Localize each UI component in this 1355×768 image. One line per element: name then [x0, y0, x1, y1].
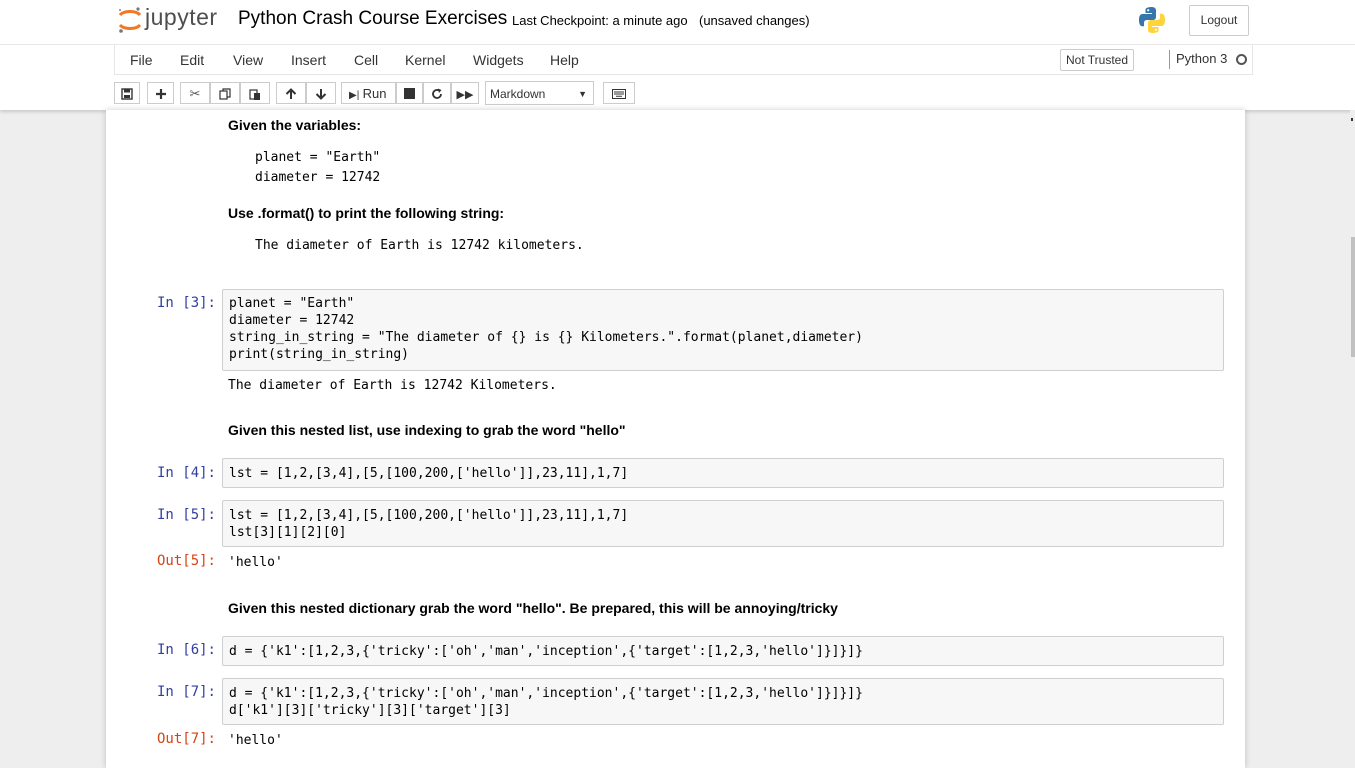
menubar-container: File Edit View Insert Cell Kernel Widget…	[114, 45, 1253, 75]
code-line: print(string_in_string)	[229, 347, 410, 362]
command-palette-button[interactable]	[603, 82, 635, 104]
copy-icon	[219, 88, 231, 100]
arrow-down-icon	[315, 89, 327, 100]
cut-button[interactable]: ✂	[180, 82, 210, 104]
code-cell-input[interactable]: d = {'k1':[1,2,3,{'tricky':['oh','man','…	[222, 678, 1224, 725]
cell-type-value: Markdown	[490, 87, 546, 101]
code-cell-input[interactable]: planet = "Earth" diameter = 12742 string…	[222, 289, 1224, 371]
menu-widgets[interactable]: Widgets	[473, 52, 524, 68]
input-prompt: In [7]:	[156, 684, 216, 700]
cell-output: 'hello'	[228, 733, 283, 748]
code-line: string_in_string = "The diameter of {} i…	[229, 330, 863, 345]
scrollbar-track[interactable]	[1350, 110, 1355, 768]
toolbar: ✂ ▶| Run ▶▶ Markdown ▼	[0, 75, 1355, 110]
paste-button[interactable]	[240, 82, 270, 104]
code-line: d = {'k1':[1,2,3,{'tricky':['oh','man','…	[229, 644, 863, 659]
run-icon: ▶|	[349, 90, 360, 101]
cut-icon: ✂	[189, 86, 201, 101]
menu-cell[interactable]: Cell	[354, 52, 378, 68]
move-down-button[interactable]	[306, 82, 336, 104]
kernel-divider	[1169, 50, 1170, 69]
restart-icon	[432, 88, 442, 99]
insert-cell-button[interactable]	[147, 82, 174, 104]
output-prompt: Out[7]:	[156, 731, 216, 747]
kernel-name[interactable]: Python 3	[1176, 51, 1227, 66]
code-line: lst = [1,2,[3,4],[5,[100,200,['hello']],…	[229, 466, 629, 481]
kernel-idle-indicator-icon	[1236, 54, 1247, 65]
header: jupyter Python Crash Course Exercises La…	[0, 0, 1355, 45]
not-trusted-button[interactable]: Not Trusted	[1060, 49, 1134, 71]
logout-button[interactable]: Logout	[1189, 5, 1249, 36]
menu-insert[interactable]: Insert	[291, 52, 326, 68]
notebook-container: Given the variables: planet = "Earth" di…	[106, 110, 1245, 768]
arrow-up-icon	[285, 88, 297, 99]
menu-file[interactable]: File	[130, 52, 153, 68]
code-line: planet = "Earth"	[229, 296, 355, 311]
markdown-heading: Given the variables:	[228, 117, 362, 133]
cell-output: 'hello'	[228, 555, 283, 570]
markdown-code-line: The diameter of Earth is 12742 kilometer…	[255, 238, 584, 253]
menu-edit[interactable]: Edit	[180, 52, 204, 68]
save-status: (unsaved changes)	[699, 13, 810, 28]
code-cell-input[interactable]: lst = [1,2,[3,4],[5,[100,200,['hello']],…	[222, 500, 1224, 547]
input-prompt: In [6]:	[156, 642, 216, 658]
interrupt-button[interactable]	[396, 82, 423, 104]
scrollbar-marker	[1351, 118, 1353, 121]
run-label: Run	[362, 86, 387, 101]
python-logo-icon	[1139, 7, 1165, 33]
markdown-code-line: planet = "Earth"	[255, 150, 381, 165]
copy-button[interactable]	[210, 82, 240, 104]
output-prompt: Out[5]:	[156, 553, 216, 569]
cell-type-select[interactable]: Markdown ▼	[485, 81, 594, 105]
chevron-down-icon: ▼	[578, 89, 587, 99]
restart-button[interactable]	[423, 82, 451, 104]
code-line: diameter = 12742	[229, 313, 355, 328]
markdown-heading: Given this nested dictionary grab the wo…	[228, 600, 838, 616]
run-button[interactable]: ▶| Run	[341, 82, 396, 104]
restart-run-all-button[interactable]: ▶▶	[451, 82, 479, 104]
fast-forward-icon: ▶▶	[456, 89, 474, 101]
menubar: File Edit View Insert Cell Kernel Widget…	[0, 45, 1355, 75]
save-button[interactable]	[114, 82, 140, 104]
input-prompt: In [4]:	[156, 465, 216, 481]
stop-icon	[404, 88, 415, 99]
code-line: lst = [1,2,[3,4],[5,[100,200,['hello']],…	[229, 508, 629, 523]
code-line: d['k1'][3]['tricky'][3]['target'][3]	[229, 703, 511, 718]
markdown-heading: Given this nested list, use indexing to …	[228, 422, 626, 438]
input-prompt: In [3]:	[156, 295, 216, 311]
code-cell-input[interactable]: d = {'k1':[1,2,3,{'tricky':['oh','man','…	[222, 636, 1224, 666]
keyboard-icon	[612, 89, 626, 99]
paste-icon	[249, 89, 260, 100]
menu-help[interactable]: Help	[550, 52, 579, 68]
jupyter-logo-text[interactable]: jupyter	[145, 4, 218, 31]
code-cell-input[interactable]: lst = [1,2,[3,4],[5,[100,200,['hello']],…	[222, 458, 1224, 488]
checkpoint-status: Last Checkpoint: a minute ago	[512, 13, 688, 28]
input-prompt: In [5]:	[156, 507, 216, 523]
notebook-title[interactable]: Python Crash Course Exercises	[238, 8, 507, 30]
markdown-code-line: diameter = 12742	[255, 170, 381, 185]
plus-icon	[155, 89, 166, 99]
menu-view[interactable]: View	[233, 52, 263, 68]
save-icon	[121, 88, 133, 100]
jupyter-logo-icon[interactable]	[117, 5, 143, 35]
cell-output: The diameter of Earth is 12742 Kilometer…	[228, 378, 557, 393]
scrollbar-thumb[interactable]	[1351, 237, 1355, 357]
code-line: d = {'k1':[1,2,3,{'tricky':['oh','man','…	[229, 686, 863, 701]
menu-kernel[interactable]: Kernel	[405, 52, 445, 68]
move-up-button[interactable]	[276, 82, 306, 104]
code-line: lst[3][1][2][0]	[229, 525, 347, 540]
markdown-heading: Use .format() to print the following str…	[228, 205, 505, 221]
